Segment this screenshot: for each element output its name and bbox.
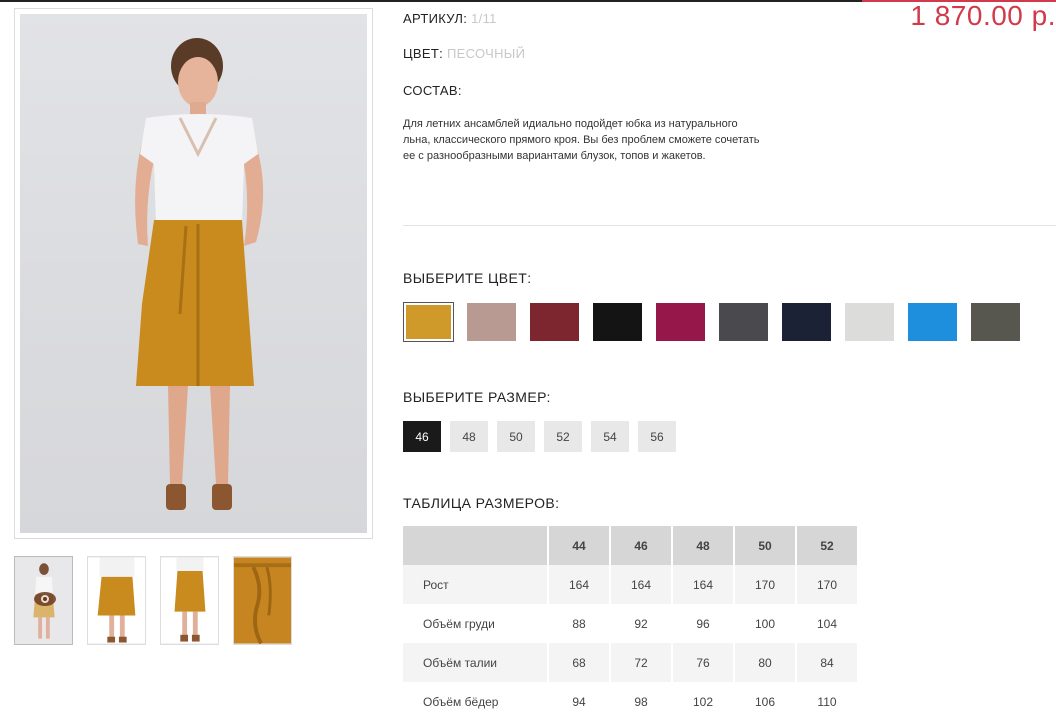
color-label: ЦВЕТ: xyxy=(403,46,444,61)
swatch-fill xyxy=(406,305,451,339)
table-row: Объём груди 88 92 96 100 104 xyxy=(403,604,859,643)
thumbnail-full-figure[interactable] xyxy=(14,556,73,645)
table-row-label: Рост xyxy=(403,565,549,604)
table-cell: 164 xyxy=(610,565,673,604)
color-swatch-dark-grey[interactable] xyxy=(970,302,1021,342)
size-table-header: 46 xyxy=(610,526,673,565)
color-swatch-graphite[interactable] xyxy=(718,302,769,342)
composition-label: СОСТАВ: xyxy=(403,83,462,98)
section-divider xyxy=(403,225,1056,226)
color-swatch-light-grey[interactable] xyxy=(844,302,895,342)
swatch-fill xyxy=(593,303,642,341)
size-table-header: 44 xyxy=(548,526,611,565)
size-button-56[interactable]: 56 xyxy=(638,421,676,452)
article-value: 1/11 xyxy=(471,11,497,26)
table-row: Объём талии 68 72 76 80 84 xyxy=(403,643,859,682)
swatch-fill xyxy=(908,303,957,341)
swatch-fill xyxy=(467,303,516,341)
table-cell: 164 xyxy=(672,565,735,604)
size-button-50[interactable]: 50 xyxy=(497,421,535,452)
thumbnail-skirt-front[interactable] xyxy=(87,556,146,645)
table-cell: 170 xyxy=(734,565,797,604)
table-cell: 104 xyxy=(796,604,859,643)
thumbnail-strip xyxy=(14,556,292,645)
article-row: АРТИКУЛ: 1/11 xyxy=(403,11,497,26)
swatch-fill xyxy=(656,303,705,341)
swatch-fill xyxy=(782,303,831,341)
table-cell: 84 xyxy=(796,643,859,682)
table-cell: 110 xyxy=(796,682,859,721)
thumbnail-fabric-closeup[interactable] xyxy=(233,556,292,645)
table-row-label: Объём бёдер xyxy=(403,682,549,721)
table-cell: 164 xyxy=(548,565,611,604)
size-button-54[interactable]: 54 xyxy=(591,421,629,452)
color-value: ПЕСОЧНЫЙ xyxy=(447,46,526,61)
photo-background xyxy=(20,14,367,533)
size-table: 44 46 48 50 52 Рост 164 164 164 170 170 Объём груд… xyxy=(403,526,859,721)
color-swatches xyxy=(403,302,1021,342)
table-cell: 98 xyxy=(610,682,673,721)
size-table-title: ТАБЛИЦА РАЗМЕРОВ: xyxy=(403,495,560,511)
color-swatch-wine[interactable] xyxy=(529,302,580,342)
color-row: ЦВЕТ: ПЕСОЧНЫЙ xyxy=(403,46,525,61)
article-label: АРТИКУЛ: xyxy=(403,11,468,26)
thumbnail-skirt-back[interactable] xyxy=(160,556,219,645)
main-product-photo[interactable] xyxy=(14,8,373,539)
table-row: Рост 164 164 164 170 170 xyxy=(403,565,859,604)
color-swatch-magenta[interactable] xyxy=(655,302,706,342)
color-swatch-black[interactable] xyxy=(592,302,643,342)
table-cell: 96 xyxy=(672,604,735,643)
color-swatch-dusty-pink[interactable] xyxy=(466,302,517,342)
size-button-52[interactable]: 52 xyxy=(544,421,582,452)
table-cell: 72 xyxy=(610,643,673,682)
size-button-48[interactable]: 48 xyxy=(450,421,488,452)
table-cell: 170 xyxy=(796,565,859,604)
model-illustration xyxy=(135,38,264,510)
size-table-header: 50 xyxy=(734,526,797,565)
color-swatch-navy[interactable] xyxy=(781,302,832,342)
table-cell: 88 xyxy=(548,604,611,643)
color-swatch-ochre[interactable] xyxy=(403,302,454,342)
table-cell: 76 xyxy=(672,643,735,682)
swatch-fill xyxy=(719,303,768,341)
size-table-header: 48 xyxy=(672,526,735,565)
table-cell: 106 xyxy=(734,682,797,721)
table-cell: 102 xyxy=(672,682,735,721)
table-cell: 100 xyxy=(734,604,797,643)
table-cell: 92 xyxy=(610,604,673,643)
table-row-label: Объём талии xyxy=(403,643,549,682)
size-section-title: ВЫБЕРИТЕ РАЗМЕР: xyxy=(403,389,551,405)
swatch-fill xyxy=(530,303,579,341)
price: 1 870.00 р. xyxy=(910,0,1056,31)
table-row-label: Объём груди xyxy=(403,604,549,643)
table-cell: 80 xyxy=(734,643,797,682)
swatch-fill xyxy=(971,303,1020,341)
size-options: 46 48 50 52 54 56 xyxy=(403,421,676,452)
table-row: Объём бёдер 94 98 102 106 110 xyxy=(403,682,859,721)
swatch-fill xyxy=(845,303,894,341)
size-table-header: 52 xyxy=(796,526,859,565)
size-table-corner xyxy=(403,526,549,565)
color-swatch-sky-blue[interactable] xyxy=(907,302,958,342)
product-description: Для летних ансамблей идиально подойдет ю… xyxy=(403,118,760,162)
table-cell: 68 xyxy=(548,643,611,682)
table-cell: 94 xyxy=(548,682,611,721)
color-section-title: ВЫБЕРИТЕ ЦВЕТ: xyxy=(403,270,532,286)
eye-icon xyxy=(34,592,56,606)
size-button-46[interactable]: 46 xyxy=(403,421,441,452)
